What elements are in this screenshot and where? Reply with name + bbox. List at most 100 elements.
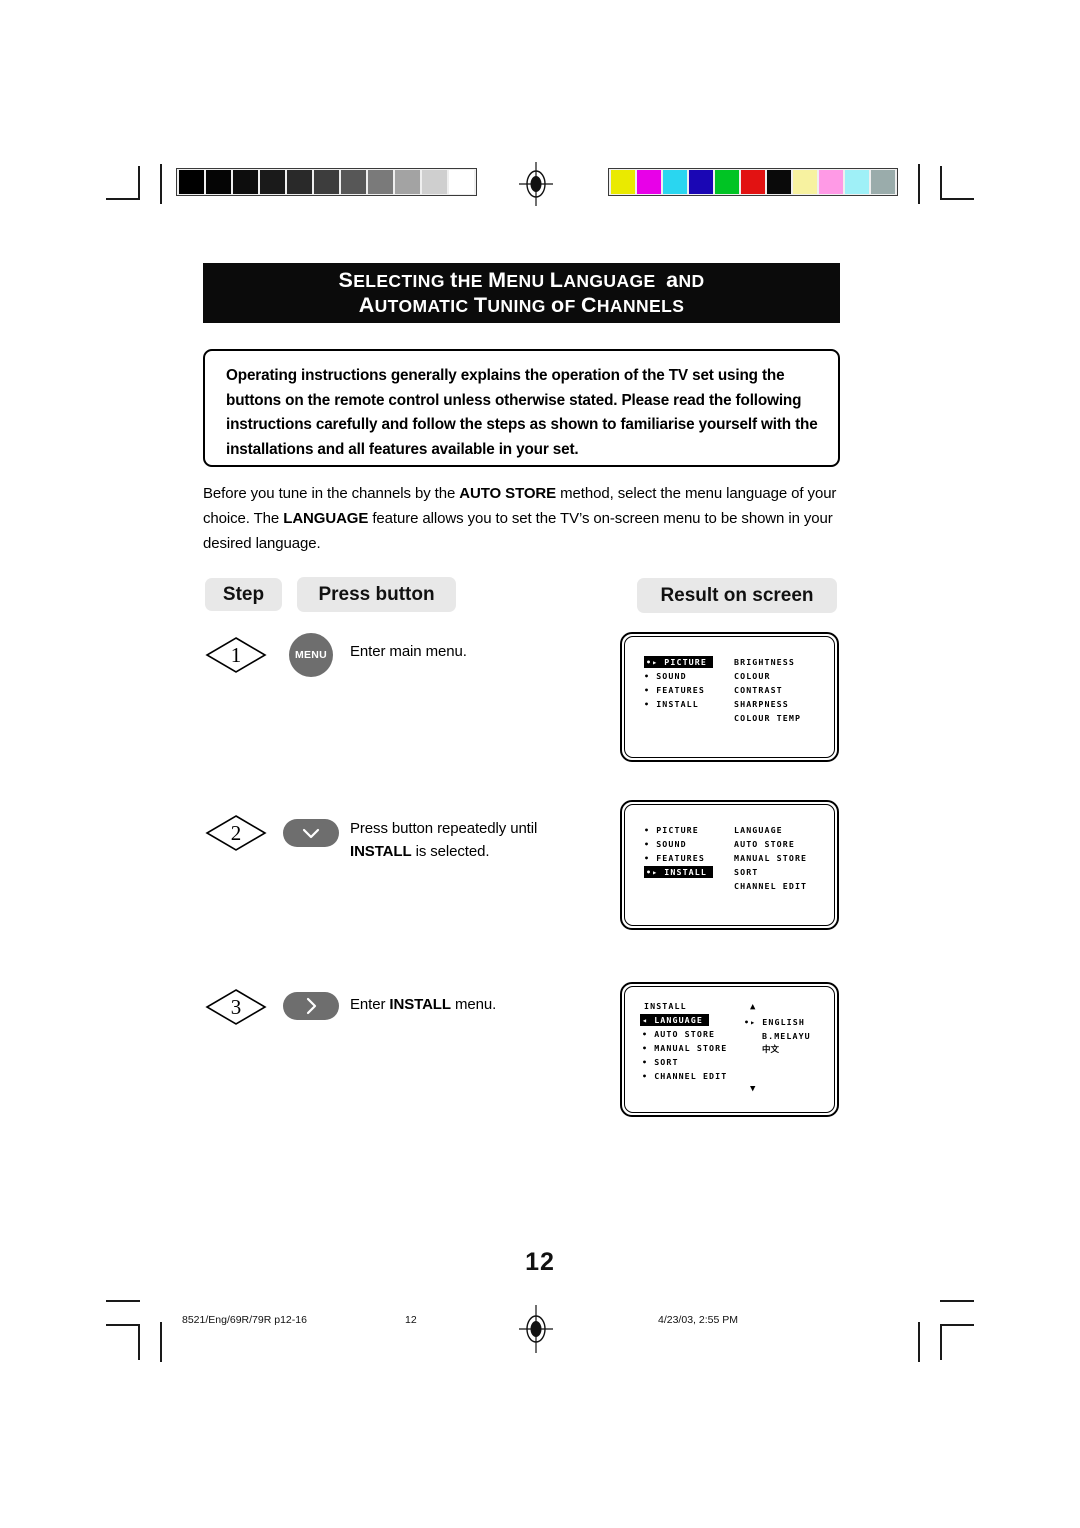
grayscale-swatch-6 (341, 170, 366, 194)
osd-row-picture: • PICTURE (644, 825, 699, 835)
menu-button-label: MENU (294, 649, 328, 661)
grayscale-swatch-2 (233, 170, 258, 194)
osd-row-colour-temp: COLOUR TEMP (734, 713, 802, 723)
crop-mark-bottom-left-h (106, 1324, 140, 1326)
osd-row-features: • FEATURES (644, 685, 705, 695)
grayscale-swatch-9 (422, 170, 447, 194)
crop-mark-bottom-left-v (138, 1324, 140, 1360)
tv-screen-install-selected: • PICTURE • SOUND • FEATURES •▸ INSTALL … (620, 800, 839, 930)
grayscale-swatch-3 (260, 170, 285, 194)
body-text-part-1: Before you tune in the channels by the (203, 485, 460, 502)
document-page: SELECTING tHE MENU LANGUAGE aND AUTOMATI… (0, 0, 1080, 1528)
chevron-down-icon (302, 828, 320, 838)
osd-row-brightness: BRIGHTNESS (734, 657, 795, 667)
osd-highlight-language: ◂ LANGUAGE (640, 1014, 709, 1026)
right-button[interactable] (283, 992, 339, 1020)
osd-row-install: • INSTALL (644, 699, 699, 709)
grayscale-swatch-5 (314, 170, 339, 194)
osd-row-auto-store: • AUTO STORE (642, 1029, 716, 1039)
grayscale-swatch-10 (449, 170, 474, 194)
step-number-2: 2 (205, 814, 267, 852)
color-swatch-1 (637, 170, 661, 194)
step-number-2-value: 2 (230, 820, 242, 845)
page-number: 12 (525, 1248, 555, 1276)
osd-row-manual-store: MANUAL STORE (734, 853, 808, 863)
grayscale-swatch-0 (179, 170, 204, 194)
color-calibration-bar (608, 168, 898, 196)
osd-row-language: ◂ LANGUAGE (640, 1014, 709, 1026)
page-title-line-2: AUTOMATIC TUNING oF CHANNELS (358, 293, 685, 317)
intro-note-box: Operating instructions generally explain… (203, 349, 840, 467)
osd-row-sort: • SORT (642, 1057, 679, 1067)
osd-row-chinese: 中文 (762, 1045, 780, 1055)
footer-center-text: 12 (405, 1314, 417, 1326)
grayscale-swatch-4 (287, 170, 312, 194)
step-2-instruction-suffix: is selected. (411, 843, 490, 860)
step-2-instruction-bold: INSTALL (350, 843, 412, 860)
color-swatch-7 (793, 170, 817, 194)
crop-mark-bottom-right-tick (940, 1300, 974, 1302)
column-header-press-button: Press button (297, 577, 456, 612)
osd-row-picture: •▸ PICTURE (644, 656, 713, 668)
crop-mark-bottom-right-bleed (918, 1322, 920, 1362)
body-paragraph: Before you tune in the channels by the A… (203, 481, 853, 556)
color-swatch-10 (871, 170, 895, 194)
osd-row-sound: • SOUND (644, 671, 687, 681)
color-swatch-2 (663, 170, 687, 194)
registration-mark-bottom (519, 1305, 553, 1353)
grayscale-calibration-bar (176, 168, 477, 196)
step-3-instruction-bold: INSTALL (389, 996, 451, 1013)
step-2-instruction-prefix: Press button repeatedly until (350, 820, 538, 837)
step-number-1-value: 1 (230, 642, 242, 667)
body-text-bold-language: LANGUAGE (283, 510, 369, 527)
osd-row-install: •▸ INSTALL (644, 866, 713, 878)
osd-main-menu: •▸ PICTURE • SOUND • FEATURES • INSTALL … (622, 634, 837, 760)
osd-row-contrast: CONTRAST (734, 685, 783, 695)
crop-mark-bottom-right-v (940, 1324, 942, 1360)
osd-highlight-install: •▸ INSTALL (644, 866, 713, 878)
osd-row-channel-edit: CHANNEL EDIT (734, 881, 808, 891)
color-swatch-8 (819, 170, 843, 194)
scroll-up-arrow: ▲ (750, 1002, 757, 1012)
crop-mark-top-right-bleed (918, 164, 920, 204)
osd-row-language: LANGUAGE (734, 825, 783, 835)
osd-row-sharpness: SHARPNESS (734, 699, 789, 709)
osd-row-colour: COLOUR (734, 671, 771, 681)
osd-heading-install: INSTALL (644, 1001, 687, 1011)
scroll-down-arrow: ▼ (750, 1084, 757, 1094)
crop-mark-top-left-v (138, 166, 140, 200)
osd-install-selected: • PICTURE • SOUND • FEATURES •▸ INSTALL … (622, 802, 837, 928)
color-swatch-0 (611, 170, 635, 194)
menu-button[interactable]: MENU (289, 633, 333, 677)
crop-mark-top-right-h (940, 198, 974, 200)
page-title-line-1: SELECTING tHE MENU LANGUAGE aND (338, 267, 705, 292)
osd-row-bmelayu: B.MELAYU (762, 1031, 811, 1041)
color-swatch-4 (715, 170, 739, 194)
down-button[interactable] (283, 819, 339, 847)
osd-row-english: •▸ ENGLISH (744, 1017, 805, 1027)
color-swatch-9 (845, 170, 869, 194)
osd-row-auto-store: AUTO STORE (734, 839, 795, 849)
osd-install-menu: INSTALL ◂ LANGUAGE • AUTO STORE • MANUAL… (622, 984, 837, 1115)
step-number-1: 1 (205, 636, 267, 674)
chevron-right-icon (306, 997, 316, 1015)
step-number-3: 3 (205, 988, 267, 1026)
footer-right-text: 4/23/03, 2:55 PM (658, 1314, 738, 1326)
color-swatch-6 (767, 170, 791, 194)
osd-row-features: • FEATURES (644, 853, 705, 863)
step-3-instruction-suffix: menu. (450, 996, 497, 1013)
crop-mark-top-right-v (940, 166, 942, 200)
column-header-result-on-screen: Result on screen (637, 578, 837, 613)
page-title-banner: SELECTING tHE MENU LANGUAGE aND AUTOMATI… (203, 263, 840, 323)
crop-mark-bottom-right-h (940, 1324, 974, 1326)
color-swatch-5 (741, 170, 765, 194)
grayscale-swatch-7 (368, 170, 393, 194)
intro-note-text: Operating instructions generally explain… (226, 367, 818, 458)
osd-row-manual-store: • MANUAL STORE (642, 1043, 728, 1053)
osd-row-sort: SORT (734, 867, 759, 877)
step-3-instruction-prefix: Enter (350, 996, 390, 1013)
tv-screen-main-menu: •▸ PICTURE • SOUND • FEATURES • INSTALL … (620, 632, 839, 762)
crop-mark-top-left-h (106, 198, 140, 200)
tv-screen-install-menu: INSTALL ◂ LANGUAGE • AUTO STORE • MANUAL… (620, 982, 839, 1117)
footer-left-text: 8521/Eng/69R/79R p12-16 (182, 1314, 307, 1326)
